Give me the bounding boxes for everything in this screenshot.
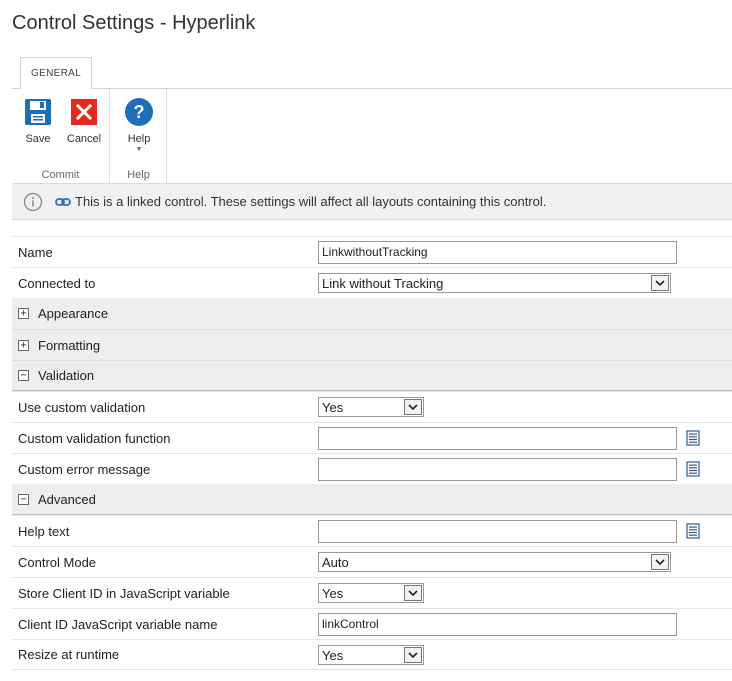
name-field[interactable] [318, 240, 677, 264]
section-label-appearance: Appearance [38, 306, 109, 321]
chevron-down-icon [651, 275, 669, 291]
tab-general[interactable]: GENERAL [20, 57, 92, 90]
save-icon [23, 97, 53, 127]
use-custom-validation-select[interactable]: Yes [318, 397, 424, 417]
svg-text:?: ? [134, 102, 145, 122]
store-client-id-value: Yes [322, 586, 344, 601]
expand-icon: + [18, 308, 29, 319]
ribbon: Save Cancel Commit ? Help ▼ Help [12, 89, 732, 183]
section-label-validation: Validation [38, 368, 95, 383]
section-label-formatting: Formatting [38, 337, 101, 353]
ribbon-group-help: ? Help ▼ Help [111, 89, 167, 183]
chevron-down-icon [404, 399, 422, 415]
store-client-id-select[interactable]: Yes [318, 583, 424, 603]
row-store-client-id: Store Client ID in JavaScript variable Y… [12, 577, 732, 608]
ribbon-group-commit: Save Cancel Commit [12, 89, 110, 183]
row-connected-to: Connected to Link without Tracking [12, 267, 732, 298]
row-use-custom-validation: Use custom validation Yes [12, 391, 732, 422]
connected-to-select[interactable]: Link without Tracking [318, 273, 671, 293]
cancel-button[interactable]: Cancel [64, 97, 104, 155]
resize-at-runtime-value: Yes [322, 647, 344, 663]
row-control-mode: Control Mode Auto [12, 546, 732, 577]
section-formatting[interactable]: + Formatting [12, 329, 732, 360]
chevron-down-icon [651, 554, 669, 570]
row-custom-error-message: Custom error message [12, 453, 732, 484]
help-button[interactable]: ? Help ▼ [119, 97, 159, 155]
row-custom-validation-function: Custom validation function [12, 422, 732, 453]
save-button[interactable]: Save [18, 97, 58, 155]
ribbon-group-label-help: Help [127, 169, 150, 181]
control-mode-select[interactable]: Auto [318, 552, 671, 572]
document-icon[interactable] [686, 461, 700, 477]
resize-at-runtime-select[interactable]: Yes [318, 644, 424, 665]
custom-validation-function-label: Custom validation function [18, 430, 171, 446]
section-appearance[interactable]: + Appearance [12, 298, 732, 329]
row-client-id-variable: Client ID JavaScript variable name [12, 608, 732, 639]
row-help-text: Help text [12, 515, 732, 546]
property-grid: Name Connected to Link without Tracking … [12, 236, 732, 670]
store-client-id-label: Store Client ID in JavaScript variable [18, 585, 230, 601]
cancel-label: Cancel [66, 133, 102, 145]
control-mode-label: Control Mode [18, 554, 97, 570]
client-id-variable-label: Client ID JavaScript variable name [18, 616, 218, 632]
link-icon [55, 197, 71, 206]
chevron-down-icon: ▼ [135, 146, 143, 153]
help-icon: ? [124, 97, 154, 127]
custom-error-message-field[interactable] [318, 457, 677, 481]
row-resize-at-runtime: Resize at runtime Yes [12, 639, 732, 670]
page-title: Control Settings - Hyperlink [12, 12, 256, 34]
document-icon[interactable] [686, 430, 700, 446]
resize-at-runtime-label: Resize at runtime [18, 647, 120, 662]
save-label: Save [25, 133, 51, 145]
name-label: Name [18, 244, 53, 260]
collapse-icon: − [18, 370, 29, 381]
section-validation[interactable]: − Validation [12, 360, 732, 391]
control-mode-value: Auto [322, 555, 349, 570]
document-icon[interactable] [686, 523, 700, 539]
client-id-variable-field[interactable] [318, 612, 677, 636]
chevron-down-icon [404, 585, 422, 601]
help-text-label: Help text [18, 523, 70, 539]
use-custom-validation-label: Use custom validation [18, 399, 146, 415]
help-label: Help [127, 133, 151, 145]
info-icon [23, 192, 43, 211]
row-name: Name [12, 236, 732, 267]
use-custom-validation-value: Yes [322, 400, 344, 415]
close-icon [69, 97, 99, 127]
ribbon-group-label-commit: Commit [41, 169, 80, 181]
section-advanced[interactable]: − Advanced [12, 484, 732, 515]
info-text: This is a linked control. These settings… [75, 194, 547, 209]
custom-validation-function-field[interactable] [318, 426, 677, 450]
ribbon-tabbar: GENERAL [12, 57, 732, 90]
connected-to-value: Link without Tracking [322, 276, 444, 291]
chevron-down-icon [404, 646, 422, 663]
info-bar: This is a linked control. These settings… [12, 183, 732, 220]
custom-error-message-label: Custom error message [18, 461, 151, 477]
connected-to-label: Connected to [18, 275, 96, 291]
expand-icon: + [18, 339, 29, 351]
section-label-advanced: Advanced [38, 491, 96, 507]
help-text-field[interactable] [318, 519, 677, 543]
collapse-icon: − [18, 493, 29, 505]
